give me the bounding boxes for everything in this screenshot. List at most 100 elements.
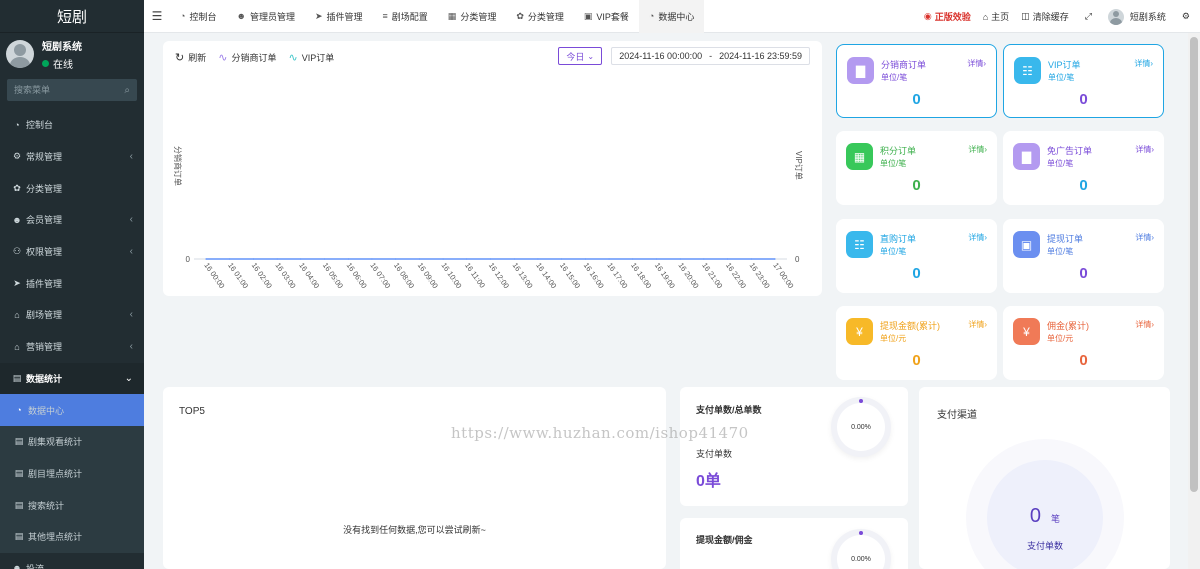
- detail-label: 详情: [1135, 233, 1152, 242]
- fullscreen-icon[interactable]: ⤢: [1075, 11, 1102, 22]
- data-point: [584, 258, 586, 260]
- refresh-button[interactable]: ↻ 刷新: [175, 51, 206, 64]
- chevron-right-icon: ›: [984, 145, 987, 154]
- tab-category-1[interactable]: ▦ 分类管理: [438, 0, 507, 33]
- stat-detail-link[interactable]: 详情›: [968, 232, 987, 243]
- tab-theater-config[interactable]: ≡ 剧场配置: [373, 0, 438, 33]
- sidebar-item-general[interactable]: ⚙ 常规管理 ‹: [0, 141, 144, 173]
- sidebar-item-plugins[interactable]: ➤ 插件管理: [0, 267, 144, 299]
- dashboard-icon: ◔: [16, 405, 22, 416]
- scrollbar-thumb[interactable]: [1190, 37, 1198, 492]
- data-point: [750, 258, 752, 260]
- today-dropdown[interactable]: 今日 ⌄: [558, 47, 603, 65]
- x-tick-label: 16 17:00: [605, 261, 629, 290]
- sidebar-item-permissions[interactable]: ⚇ 权限管理 ‹: [0, 236, 144, 268]
- detail-label: 详情: [1135, 145, 1152, 154]
- sidebar-item-data-center[interactable]: ◔ 数据中心: [0, 394, 144, 426]
- sidebar-item-episode-stats[interactable]: ▤ 剧集观看统计: [0, 426, 144, 458]
- tab-dashboard[interactable]: ◔ 控制台: [170, 0, 226, 33]
- tab-data-center[interactable]: ◔ 数据中心: [638, 0, 705, 33]
- sidebar-item-label: 分类管理: [26, 183, 63, 194]
- sidebar-item-other-tracking[interactable]: ▤ 其他埋点统计: [0, 521, 144, 553]
- tab-vip[interactable]: ▣ VIP套餐: [574, 0, 639, 33]
- logo[interactable]: 短剧: [0, 0, 144, 33]
- page-scrollbar[interactable]: [1188, 33, 1200, 569]
- stat-value: 0: [1079, 265, 1088, 282]
- x-tick-label: 16 00:00: [202, 261, 226, 290]
- stat-card: ¥ 提现金额(累计) 单位/元 详情› 0: [836, 306, 997, 380]
- stat-detail-link[interactable]: 详情›: [1135, 144, 1154, 155]
- sidebar-item-drama-tracking[interactable]: ▤ 剧目埋点统计: [0, 458, 144, 490]
- stat-unit: 单位/元: [1047, 334, 1074, 343]
- leaf-icon: ✿: [516, 10, 524, 21]
- data-point: [229, 258, 231, 260]
- legend-vip[interactable]: ∿ VIP订单: [288, 51, 334, 64]
- sidebar-item-label: 数据中心: [28, 405, 65, 416]
- stat-detail-link[interactable]: 详情›: [1134, 58, 1153, 69]
- user-panel: 短剧系统 在线: [0, 33, 144, 75]
- stat-detail-link[interactable]: 详情›: [967, 58, 986, 69]
- tab-label: 分类管理: [527, 11, 564, 22]
- data-point: [418, 258, 420, 260]
- watermark: https://www.huzhan.com/ishop41470: [451, 424, 749, 442]
- x-tick-label: 16 10:00: [439, 261, 463, 290]
- data-point: [632, 258, 634, 260]
- genuine-label: 正版效验: [934, 12, 971, 22]
- chevron-right-icon: ›: [1151, 145, 1154, 154]
- chevron-left-icon: ‹: [129, 214, 133, 226]
- stat-detail-link[interactable]: 详情›: [1135, 319, 1154, 330]
- today-label: 今日: [566, 51, 585, 62]
- data-point: [655, 258, 658, 260]
- pay-ratio-percent: 0.00%: [851, 423, 871, 431]
- legend-wave-icon: ∿: [288, 52, 298, 64]
- x-tick-label: 16 22:00: [724, 261, 748, 290]
- sidebar-item-theater[interactable]: ⌂ 剧场管理 ‹: [0, 299, 144, 331]
- date-range-picker[interactable]: 2024-11-16 00:00:00 - 2024-11-16 23:59:5…: [611, 47, 810, 65]
- chevron-right-icon: ›: [984, 320, 987, 329]
- stat-detail-link[interactable]: 详情›: [1135, 232, 1154, 243]
- payment-channel-title: 支付渠道: [937, 410, 977, 421]
- data-point: [703, 258, 705, 260]
- clear-cache-button[interactable]: ◫ 清除缓存: [1015, 10, 1075, 23]
- sidebar-item-dashboard[interactable]: ◔ 控制台: [0, 109, 144, 141]
- search-icon[interactable]: ⌕: [124, 85, 130, 96]
- calendar-icon: ▦: [846, 143, 873, 170]
- sidebar-item-label: 其他埋点统计: [28, 532, 83, 543]
- tab-plugins[interactable]: ➤ 插件管理: [305, 0, 373, 33]
- user-menu[interactable]: 短剧系统: [1102, 8, 1172, 25]
- sidebar-item-members[interactable]: ☻ 会员管理 ‹: [0, 204, 144, 236]
- chevron-right-icon: ›: [1150, 59, 1153, 68]
- stat-detail-link[interactable]: 详情›: [968, 144, 987, 155]
- chevron-right-icon: ›: [984, 233, 987, 242]
- sidebar-item-search-stats[interactable]: ▤ 搜索统计: [0, 489, 144, 521]
- sidebar-item-statistics[interactable]: ▤ 数据统计 ⌄: [0, 362, 144, 395]
- tab-category-2[interactable]: ✿ 分类管理: [506, 0, 574, 33]
- x-tick-label: 16 05:00: [321, 261, 345, 290]
- sidebar-item-marketing[interactable]: ⌂ 营销管理 ‹: [0, 331, 144, 363]
- sidebar-item-traffic[interactable]: ☻ 投流: [0, 553, 144, 569]
- stat-value: 0: [912, 91, 921, 108]
- tab-label: 数据中心: [658, 11, 695, 22]
- statistics-submenu: ◔ 数据中心 ▤ 剧集观看统计 ▤ 剧目埋点统计 ▤ 搜索统计 ▤ 其他埋点统计: [0, 394, 144, 553]
- stat-detail-link[interactable]: 详情›: [968, 319, 987, 330]
- stat-title: 提现金额(累计): [880, 321, 940, 331]
- genuine-check-link[interactable]: ◉ 正版效验: [918, 10, 977, 23]
- stat-card: ▇ 免广告订单 单位/笔 详情› 0: [1003, 131, 1164, 205]
- withdraw-ratio-percent: 0.00%: [851, 555, 871, 563]
- tab-admin[interactable]: ☻ 管理员管理: [226, 0, 305, 33]
- legend-wave-icon: ∿: [218, 52, 228, 64]
- detail-label: 详情: [968, 233, 985, 242]
- gears-icon[interactable]: ⚙: [1172, 11, 1200, 22]
- stat-title: 积分订单: [880, 146, 917, 156]
- data-point: [252, 258, 255, 260]
- hamburger-menu-icon[interactable]: ☰: [144, 9, 170, 23]
- menu-search-input[interactable]: [14, 85, 114, 95]
- detail-label: 详情: [968, 320, 985, 329]
- legend-distributor[interactable]: ∿ 分销商订单: [218, 51, 276, 64]
- ring-inner: 0笔 支付单数: [987, 460, 1103, 569]
- x-tick-label: 16 04:00: [297, 261, 321, 290]
- pay-ratio-card: 支付单数/总单数 支付单数 0单 0.00%: [680, 387, 908, 506]
- sidebar-item-category[interactable]: ✿ 分类管理: [0, 172, 144, 204]
- home-link[interactable]: ⌂ 主页: [977, 10, 1015, 23]
- stat-card: ¥ 佣金(累计) 单位/元 详情› 0: [1003, 306, 1164, 380]
